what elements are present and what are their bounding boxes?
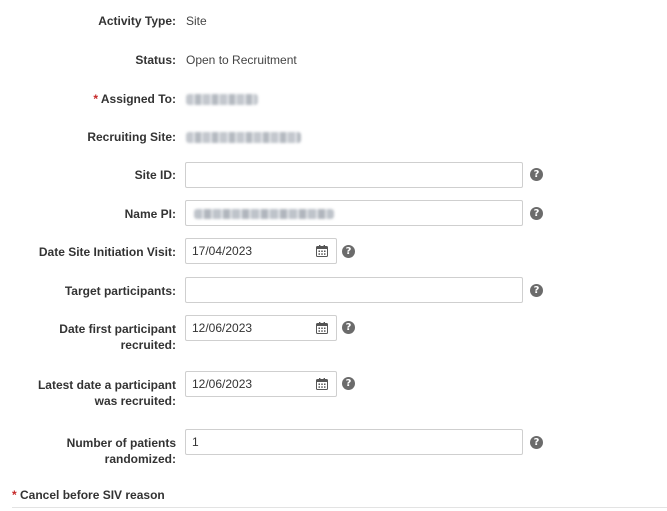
calendar-icon[interactable]: [316, 322, 328, 334]
target-participants-label: Target participants:: [64, 284, 176, 298]
question-circle-icon[interactable]: ?: [342, 245, 355, 258]
patients-randomized-label: Number of patients randomized:: [67, 435, 176, 467]
assigned-to-label: * Assigned To:: [93, 91, 176, 107]
calendar-icon[interactable]: [316, 378, 328, 390]
date-first-participant-label: Date first participant recruited:: [59, 321, 176, 353]
status-label: Status:: [135, 53, 176, 67]
question-circle-icon[interactable]: ?: [530, 436, 543, 449]
name-pi-value: [194, 209, 334, 219]
question-circle-icon[interactable]: ?: [342, 321, 355, 334]
question-circle-icon[interactable]: ?: [530, 168, 543, 181]
calendar-icon[interactable]: [316, 245, 328, 257]
question-circle-icon[interactable]: ?: [530, 207, 543, 220]
label-line-2: was recruited:: [94, 394, 176, 408]
site-id-input[interactable]: [185, 162, 523, 188]
divider: [12, 507, 667, 508]
latest-date-participant-label: Latest date a participant was recruited:: [38, 377, 176, 409]
required-marker: *: [12, 488, 17, 502]
site-id-label: Site ID:: [134, 168, 176, 182]
activity-type-value: Site: [186, 14, 207, 28]
date-first-participant-input[interactable]: [185, 315, 337, 341]
label-line-1: Latest date a participant: [37, 378, 176, 392]
required-marker: *: [93, 92, 98, 106]
target-participants-input[interactable]: [185, 277, 523, 303]
patients-randomized-input[interactable]: [185, 429, 523, 455]
name-pi-label: Name PI:: [124, 207, 176, 221]
status-value: Open to Recruitment: [186, 53, 297, 67]
latest-date-participant-input[interactable]: [185, 371, 337, 397]
assigned-to-label-text: Assigned To:: [100, 92, 176, 106]
question-circle-icon[interactable]: ?: [342, 377, 355, 390]
cancel-before-siv-label: * Cancel before SIV reason: [12, 487, 165, 503]
label-line-2: recruited:: [120, 338, 176, 352]
recruiting-site-label: Recruiting Site:: [87, 130, 176, 144]
label-line-1: Date first participant: [59, 322, 176, 336]
date-siv-input[interactable]: [185, 238, 337, 264]
date-siv-label: Date Site Initiation Visit:: [38, 245, 176, 259]
activity-type-label: Activity Type:: [98, 14, 176, 28]
label-line-2: randomized:: [104, 452, 176, 466]
question-circle-icon[interactable]: ?: [530, 284, 543, 297]
label-line-1: Number of patients: [66, 436, 176, 450]
assigned-to-value: [186, 94, 258, 105]
cancel-before-siv-label-text: Cancel before SIV reason: [20, 488, 165, 502]
recruiting-site-value: [186, 132, 301, 143]
